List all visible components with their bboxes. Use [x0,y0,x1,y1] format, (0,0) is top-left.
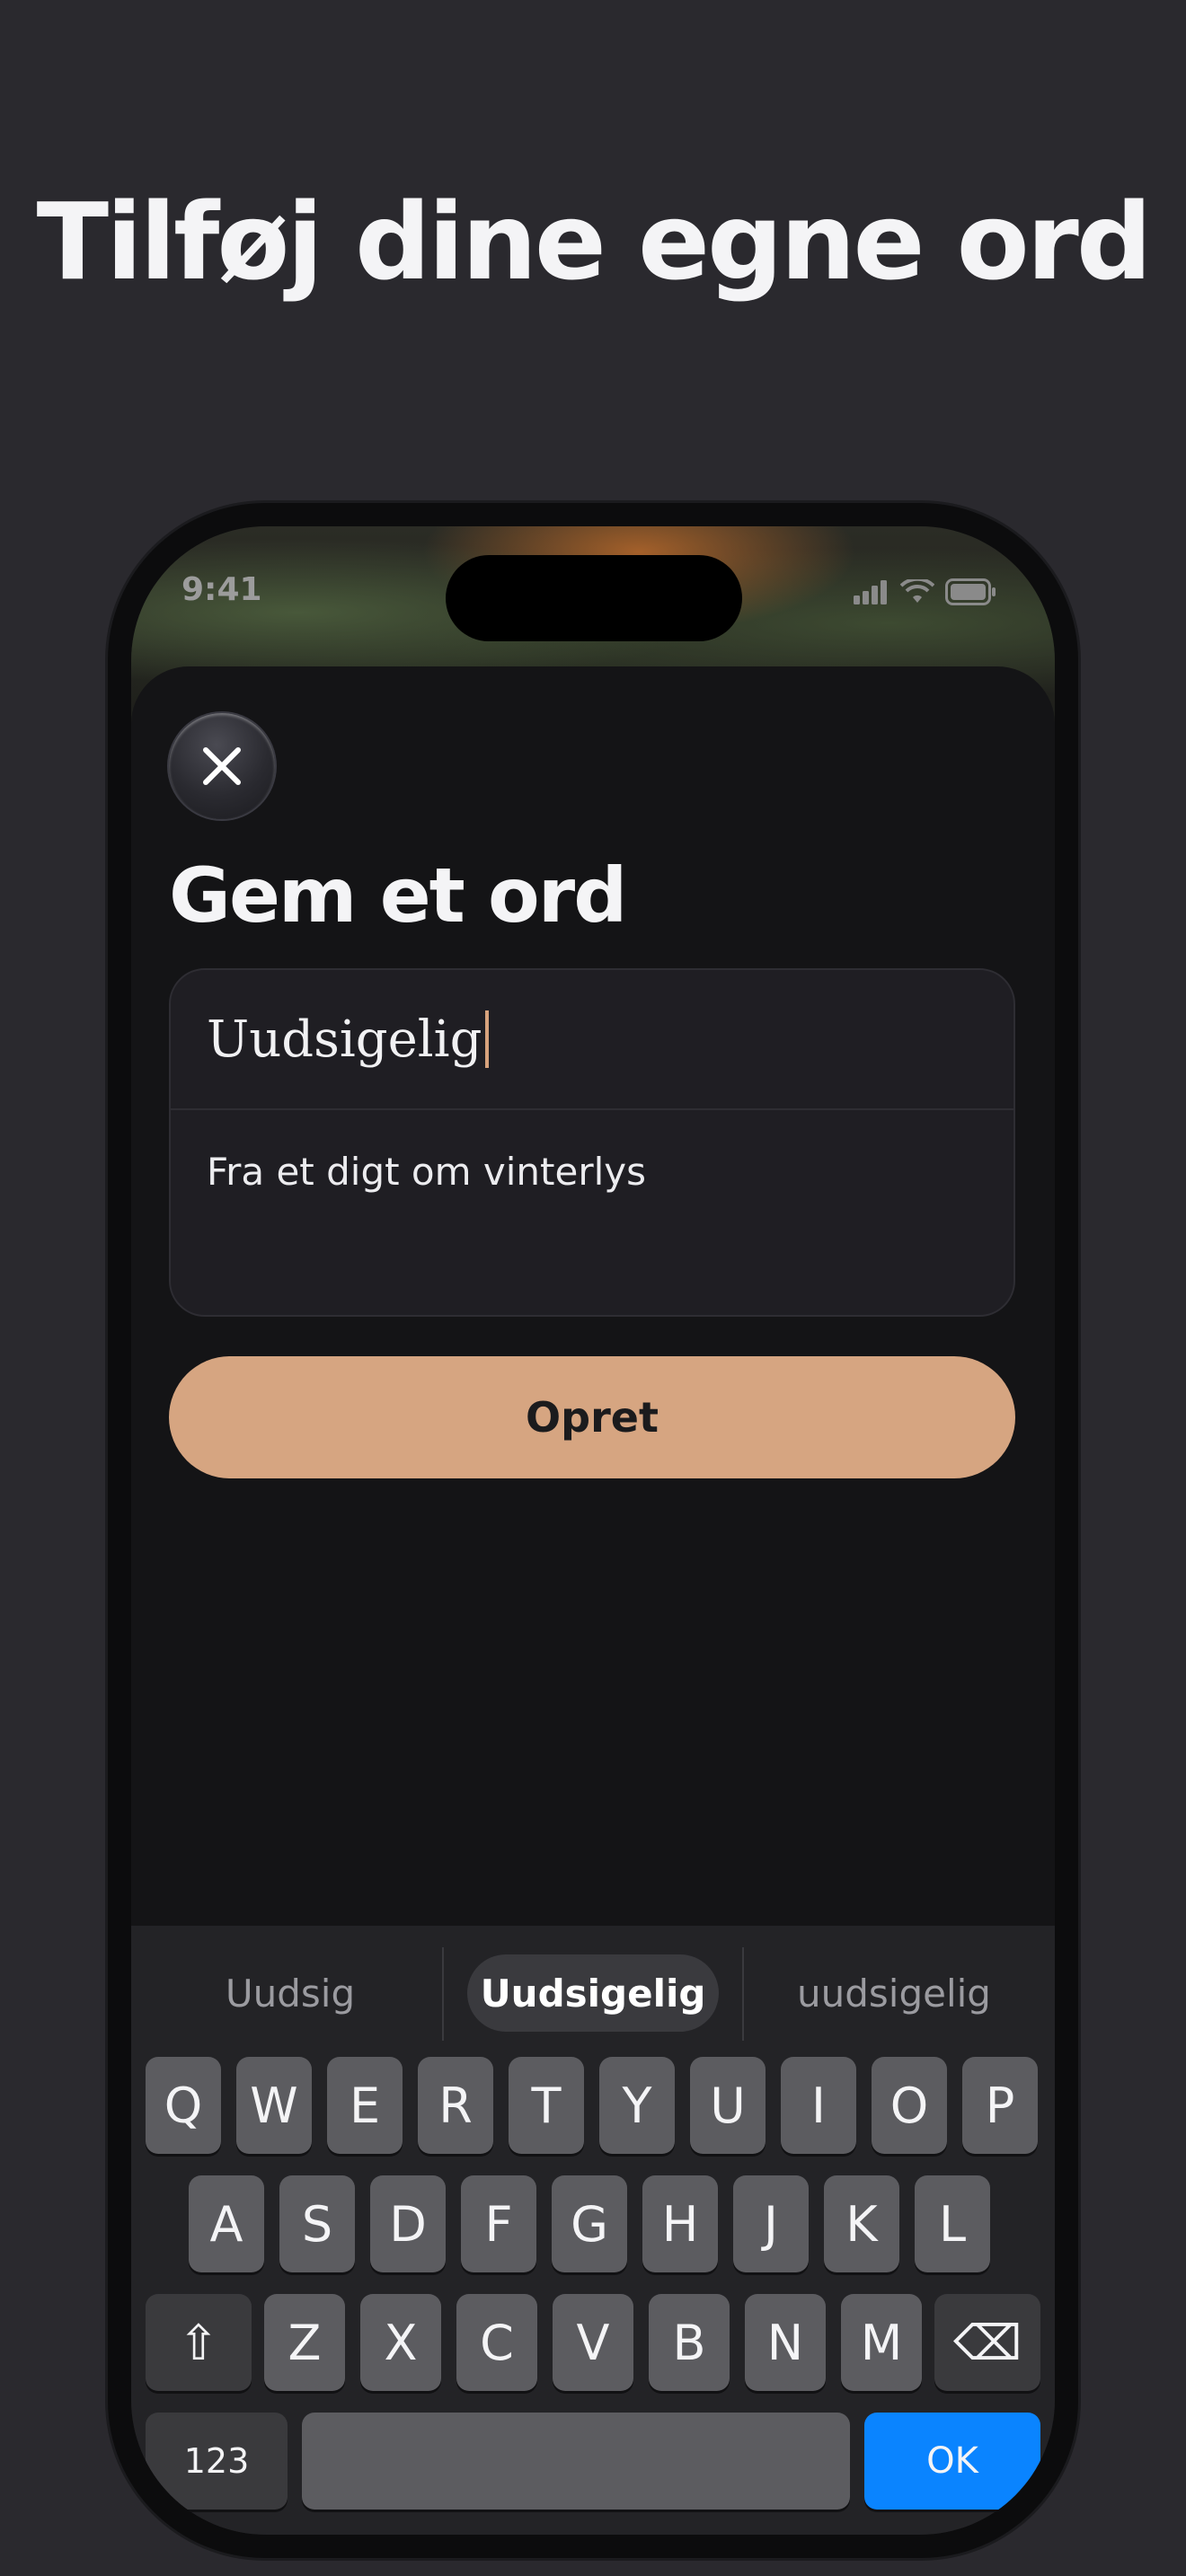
key-x[interactable]: X [360,2294,441,2391]
key-u[interactable]: U [690,2057,766,2154]
wifi-icon [900,579,934,603]
ok-key[interactable]: OK [864,2413,1040,2510]
key-n[interactable]: N [745,2294,826,2391]
backspace-key[interactable]: ⌫ [934,2294,1040,2391]
key-e[interactable]: E [327,2057,403,2154]
close-button[interactable] [169,713,275,819]
key-s[interactable]: S [279,2175,355,2272]
key-m[interactable]: M [841,2294,922,2391]
key-f[interactable]: F [461,2175,536,2272]
marketing-headline: Tilføj dine egne ord [36,180,1153,304]
key-k[interactable]: K [824,2175,899,2272]
suggestion-1[interactable]: Uudsig [147,1954,433,2032]
numbers-key[interactable]: 123 [146,2413,288,2510]
key-a[interactable]: A [189,2175,264,2272]
suggestion-divider [442,1947,444,2041]
word-input[interactable]: Uudsigelig [171,970,1013,1110]
word-input-value: Uudsigelig [207,1010,482,1069]
cellular-signal-icon [854,580,887,604]
key-d[interactable]: D [370,2175,446,2272]
dynamic-island [446,555,742,641]
suggestion-bar: Uudsig Uudsigelig uudsigelig [131,1926,1055,2060]
suggestion-3[interactable]: uudsigelig [751,1954,1037,2032]
key-o[interactable]: O [872,2057,947,2154]
space-key[interactable] [302,2413,850,2510]
key-h[interactable]: H [642,2175,718,2272]
key-z[interactable]: Z [264,2294,345,2391]
key-w[interactable]: W [236,2057,312,2154]
phone-screen: 9:41 Gem et ord Uudsigelig Fra et digt o… [131,526,1055,2535]
key-c[interactable]: C [456,2294,537,2391]
key-v[interactable]: V [553,2294,633,2391]
key-j[interactable]: J [733,2175,809,2272]
keyboard: Uudsig Uudsigelig uudsigelig QWERTYUIOP A… [131,1926,1055,2535]
text-caret [485,1010,490,1068]
key-l[interactable]: L [915,2175,990,2272]
key-p[interactable]: P [962,2057,1038,2154]
sheet-title: Gem et ord [169,851,627,940]
key-t[interactable]: T [509,2057,584,2154]
status-icons [854,578,997,605]
key-i[interactable]: I [781,2057,856,2154]
phone-frame: 9:41 Gem et ord Uudsigelig Fra et digt o… [108,503,1078,2558]
note-input[interactable]: Fra et digt om vinterlys [207,1150,646,1194]
key-y[interactable]: Y [599,2057,675,2154]
key-b[interactable]: B [649,2294,730,2391]
key-r[interactable]: R [418,2057,493,2154]
word-form-card: Uudsigelig Fra et digt om vinterlys [169,968,1015,1317]
suggestion-2[interactable]: Uudsigelig [467,1954,719,2032]
status-time: 9:41 [181,571,262,608]
create-button[interactable]: Opret [169,1356,1015,1478]
battery-icon [945,578,996,605]
key-q[interactable]: Q [146,2057,221,2154]
suggestion-divider [742,1947,744,2041]
key-g[interactable]: G [552,2175,627,2272]
close-icon [203,747,241,785]
shift-key[interactable]: ⇧ [146,2294,252,2391]
